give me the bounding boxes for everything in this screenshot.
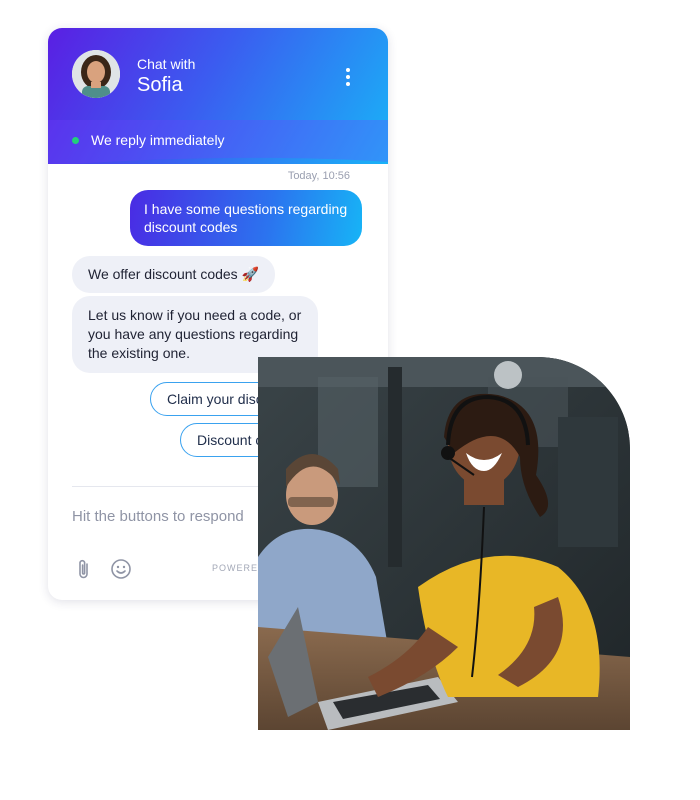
message-timestamp: Today, 10:56 xyxy=(287,170,350,182)
status-text: We reply immediately xyxy=(91,132,225,148)
chat-header: Chat with Sofia We reply immediately xyxy=(48,28,388,164)
support-agents-photo xyxy=(258,357,630,730)
status-row: We reply immediately xyxy=(72,132,225,148)
message-input[interactable]: Hit the buttons to respond xyxy=(72,508,244,525)
status-dot xyxy=(72,136,79,144)
agent-name: Sofia xyxy=(137,74,183,96)
outgoing-message: I have some questions regarding discount… xyxy=(130,190,362,246)
incoming-message: We offer discount codes 🚀 xyxy=(72,256,276,293)
attach-icon[interactable] xyxy=(76,558,92,580)
avatar xyxy=(72,50,120,98)
chat-with-label: Chat with xyxy=(137,56,196,72)
menu-dots-icon[interactable] xyxy=(340,66,356,88)
emoji-icon[interactable] xyxy=(110,558,132,580)
